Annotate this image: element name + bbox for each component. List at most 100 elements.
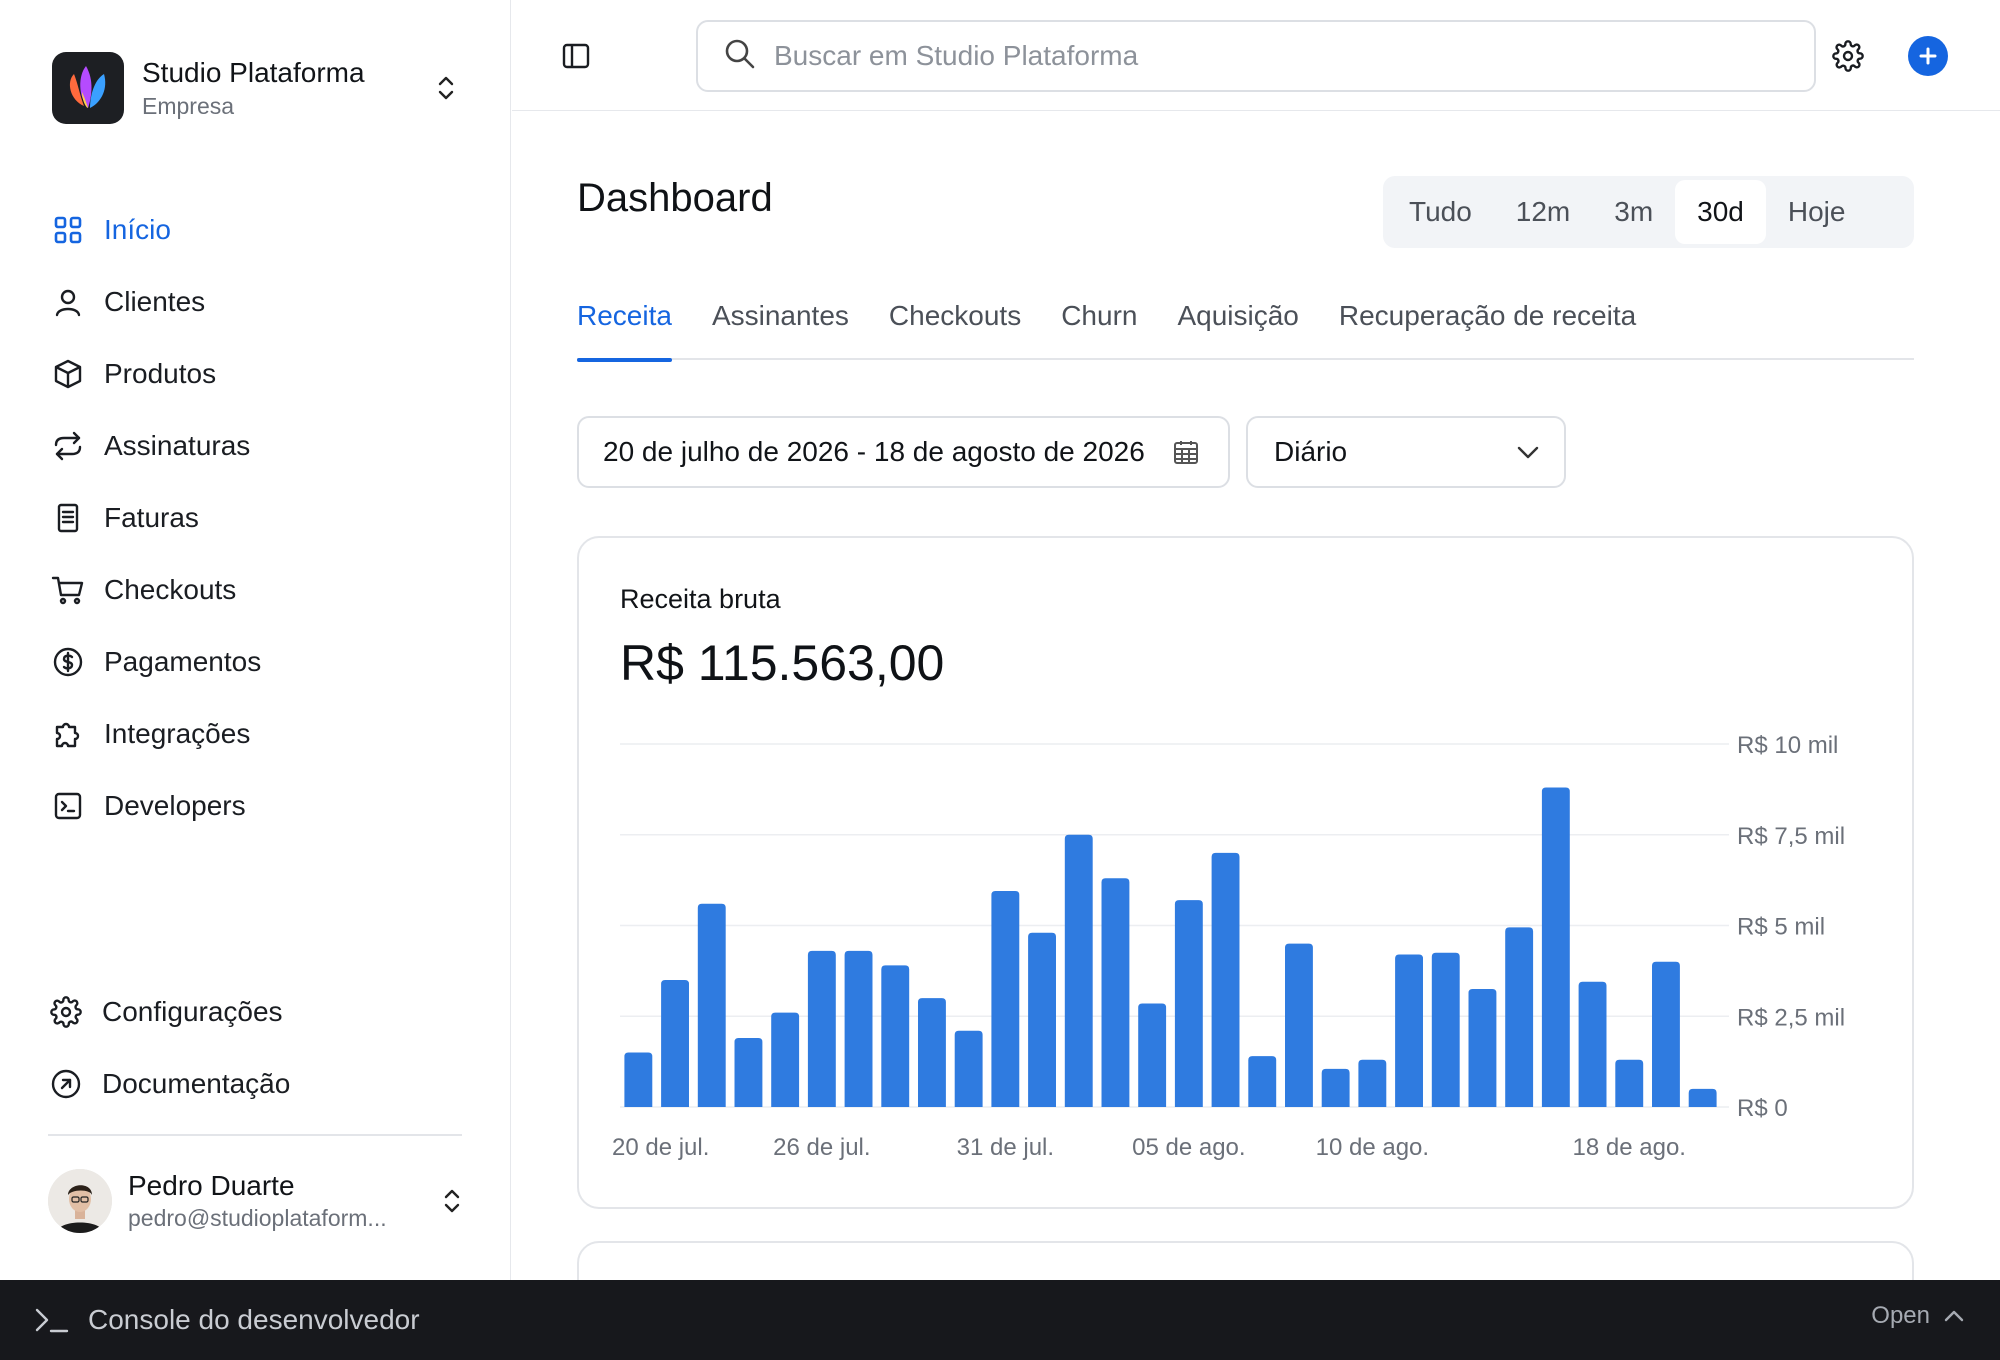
nav-item-configuracoes[interactable]: Configurações — [46, 976, 466, 1048]
chart-bar[interactable] — [1541, 787, 1570, 1107]
search-icon — [722, 36, 758, 77]
nav-item-assinaturas[interactable]: Assinaturas — [48, 410, 468, 482]
nav-label: Produtos — [104, 358, 217, 389]
page-title: Dashboard — [577, 176, 773, 220]
chart-bar[interactable] — [1174, 900, 1203, 1107]
chart-bar[interactable] — [844, 950, 873, 1107]
search-box[interactable] — [696, 20, 1816, 92]
user-name: Pedro Duarte — [128, 1170, 295, 1201]
chart-bar[interactable] — [1652, 961, 1680, 1107]
x-tick-label: 31 de jul. — [957, 1134, 1054, 1161]
add-button[interactable] — [1908, 36, 1948, 76]
x-tick-label: 26 de jul. — [773, 1134, 870, 1161]
nav-item-developers[interactable]: Developers — [48, 770, 468, 842]
chart-bar[interactable] — [1285, 943, 1313, 1107]
nav-item-inicio[interactable]: Início — [48, 194, 468, 266]
chart-bar[interactable] — [1505, 927, 1534, 1107]
box-icon — [48, 354, 88, 394]
nav-label: Pagamentos — [104, 646, 262, 677]
chart-bar[interactable] — [1028, 932, 1056, 1107]
chevron-down-icon — [1512, 436, 1544, 468]
sidebar: Studio Plataforma Empresa Início Cliente… — [0, 0, 511, 1280]
org-logo — [52, 52, 124, 124]
nav-label: Clientes — [104, 286, 206, 317]
console-title: Console do desenvolvedor — [88, 1304, 420, 1335]
chart-bar[interactable] — [771, 1012, 800, 1107]
chart-bar[interactable] — [624, 1052, 653, 1107]
chart-bar[interactable] — [1688, 1088, 1717, 1107]
y-tick-label: R$ 2,5 mil — [1737, 1004, 1845, 1031]
user-icon — [48, 282, 88, 322]
nav-item-produtos[interactable]: Produtos — [48, 338, 468, 410]
x-tick-label: 05 de ago. — [1132, 1134, 1245, 1161]
nav-label: Checkouts — [104, 574, 237, 605]
chart-bar[interactable] — [734, 1038, 763, 1107]
user-menu[interactable]: Pedro Duarte pedro@studioplataform... — [48, 1168, 468, 1234]
nav-item-pagamentos[interactable]: Pagamentos — [48, 626, 468, 698]
chart-bar[interactable] — [1615, 1059, 1644, 1107]
revenue-bar-chart: R$ 10 mil R$ 7,5 mil R$ 5 mil R$ 2,5 mil R$ … — [612, 732, 1845, 1161]
x-tick-label: 20 de jul. — [612, 1134, 709, 1161]
nav-item-checkouts[interactable]: Checkouts — [48, 554, 468, 626]
period-12m[interactable]: 12m — [1494, 180, 1592, 244]
chart-bar[interactable] — [697, 903, 726, 1107]
nav-item-documentacao[interactable]: Documentação — [46, 1048, 466, 1120]
tab-recuperacao[interactable]: Recuperação de receita — [1339, 294, 1636, 360]
period-hoje[interactable]: Hoje — [1766, 180, 1868, 244]
terminal-icon — [48, 786, 88, 826]
nav-item-clientes[interactable]: Clientes — [48, 266, 468, 338]
chart-bar[interactable] — [1101, 878, 1130, 1107]
console-open-label: Open — [1871, 1302, 1930, 1329]
nav-item-integracoes[interactable]: Integrações — [48, 698, 468, 770]
chart-bar[interactable] — [881, 965, 910, 1107]
chart-bar[interactable] — [1395, 954, 1423, 1107]
chart-bar[interactable] — [1468, 989, 1497, 1107]
chart-bar[interactable] — [1578, 981, 1607, 1107]
developer-console-bar[interactable]: Console do desenvolvedor Open — [0, 1280, 2000, 1360]
org-switcher[interactable]: Studio Plataforma Empresa — [52, 52, 462, 124]
period-30d[interactable]: 30d — [1675, 180, 1766, 244]
chart-bar[interactable] — [1211, 852, 1240, 1107]
chart-bar[interactable] — [1321, 1068, 1350, 1107]
chart-bar[interactable] — [1358, 1059, 1387, 1107]
chart-bar[interactable] — [807, 950, 836, 1107]
console-open-button[interactable]: Open — [1871, 1302, 1966, 1330]
chart-bar[interactable] — [1248, 1056, 1277, 1107]
sidebar-toggle-icon[interactable] — [558, 38, 594, 74]
nav-item-faturas[interactable]: Faturas — [48, 482, 468, 554]
tab-aquisicao[interactable]: Aquisição — [1177, 294, 1298, 360]
y-tick-label: R$ 0 — [1737, 1095, 1788, 1122]
chart-bar[interactable] — [1431, 952, 1460, 1107]
date-range-picker[interactable]: 20 de julho de 2026 - 18 de agosto de 20… — [577, 416, 1230, 488]
chart-bar[interactable] — [954, 1030, 983, 1107]
tab-churn[interactable]: Churn — [1061, 294, 1137, 360]
settings-gear-icon[interactable] — [1828, 36, 1868, 76]
org-subtitle: Empresa — [142, 93, 235, 119]
plus-icon — [1919, 47, 1937, 65]
secondary-nav: Configurações Documentação — [46, 976, 466, 1120]
chart-bar[interactable] — [661, 979, 689, 1107]
nav-label: Faturas — [104, 502, 199, 533]
external-circle-icon — [46, 1064, 86, 1104]
tab-receita[interactable]: Receita — [577, 294, 672, 362]
tab-checkouts[interactable]: Checkouts — [889, 294, 1021, 360]
repeat-icon — [48, 426, 88, 466]
chevron-up-down-icon — [436, 1181, 468, 1221]
chart-bar[interactable] — [1064, 834, 1093, 1107]
y-tick-label: R$ 5 mil — [1737, 914, 1825, 941]
chart-bar[interactable] — [1138, 1003, 1167, 1107]
nav-label: Assinaturas — [104, 430, 251, 461]
search-input[interactable] — [774, 40, 1734, 72]
date-range-value: 20 de julho de 2026 - 18 de agosto de 20… — [603, 436, 1145, 467]
period-3m[interactable]: 3m — [1592, 180, 1675, 244]
period-tudo[interactable]: Tudo — [1387, 180, 1494, 244]
receipt-icon — [48, 498, 88, 538]
metric-tabs: Receita Assinantes Checkouts Churn Aquis… — [577, 294, 1914, 362]
period-selector: Tudo 12m 3m 30d Hoje — [1383, 176, 1914, 248]
chevron-up-down-icon — [430, 68, 462, 108]
gear-icon — [46, 992, 86, 1032]
tab-assinantes[interactable]: Assinantes — [712, 294, 849, 360]
chart-bar[interactable] — [991, 891, 1020, 1107]
chart-bar[interactable] — [918, 998, 946, 1107]
interval-select[interactable]: Diário — [1246, 416, 1566, 488]
